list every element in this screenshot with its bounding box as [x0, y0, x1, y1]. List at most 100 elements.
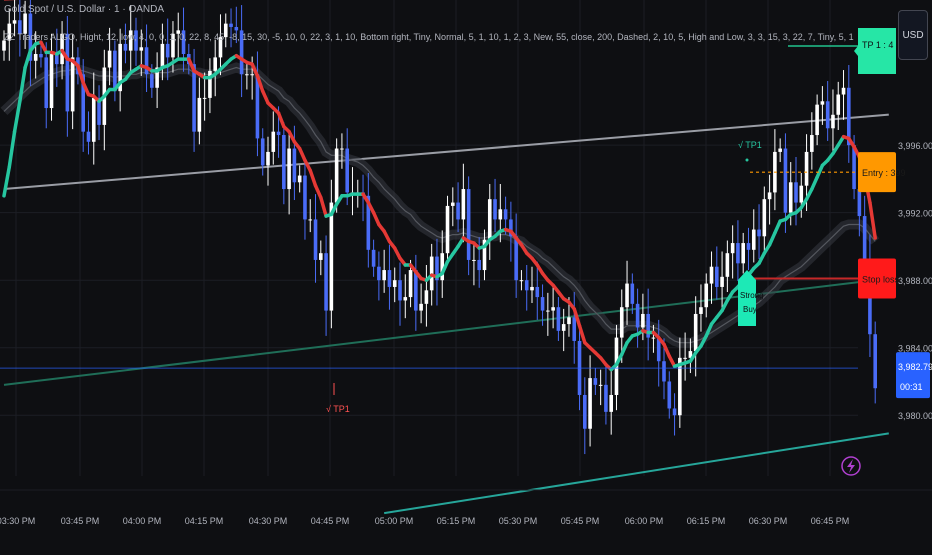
candle-body [387, 270, 392, 287]
candle-body [456, 202, 460, 220]
x-tick-label: 04:00 PM [123, 516, 162, 526]
candle-body [408, 270, 413, 298]
candle-body [202, 97, 207, 99]
candle-body [572, 317, 577, 341]
candle-body [556, 307, 561, 331]
candle-body [672, 408, 677, 416]
candle-body [683, 357, 687, 359]
candlestick-chart[interactable]: Entry : 399Stop loss :TP 1 : 43,982.79 00… [0, 0, 932, 550]
candle-body [836, 94, 841, 115]
candle-body [630, 283, 635, 304]
buy-tp-marker [745, 158, 749, 162]
candle-body [524, 280, 529, 291]
strong-buy-text: Strong [740, 291, 764, 300]
indicator-parameters: ZZ Traders ALGO, Hight, 12, low, 4, 0, 0… [4, 32, 854, 42]
candle-body [319, 253, 323, 260]
candle-body [229, 23, 233, 28]
candle-body [287, 148, 291, 190]
currency-button[interactable]: USD [898, 10, 928, 60]
y-tick-label: 3,996.000 [898, 141, 932, 151]
candle-body [292, 148, 297, 183]
candle-body [139, 47, 144, 51]
candle-body [345, 148, 349, 193]
candle-body [234, 27, 239, 31]
x-tick-label: 03:45 PM [61, 516, 100, 526]
x-tick-label: 05:00 PM [375, 516, 414, 526]
candle-body [751, 229, 756, 250]
candle-body [810, 135, 814, 152]
candle-body [741, 243, 745, 264]
candle-body [424, 290, 429, 304]
candle-body [799, 185, 804, 203]
candle-body [160, 43, 165, 68]
candle-body [736, 243, 740, 264]
candle-body [466, 189, 471, 260]
candle-body [266, 151, 270, 166]
symbol-title: Gold Spot / U.S. Dollar · 1 · OANDA [4, 4, 165, 15]
candle-body [472, 259, 476, 261]
candle-body [303, 175, 307, 220]
candle-body [540, 297, 545, 311]
candle-body [150, 74, 154, 88]
last-price-countdown: 00:31 [900, 382, 923, 392]
y-tick-label: 3,992.000 [898, 209, 932, 219]
candle-body [377, 266, 381, 281]
candle-body [788, 182, 793, 213]
candle-body [873, 334, 877, 389]
candle-body [477, 259, 481, 271]
candle-body [107, 50, 112, 68]
candle-body [662, 361, 666, 382]
candle-body [593, 378, 598, 385]
candle-body [551, 307, 555, 311]
candle-body [165, 43, 170, 58]
candle-body [329, 202, 334, 311]
candle-body [487, 199, 492, 240]
candle-body [519, 280, 524, 282]
candle-body [693, 313, 698, 352]
candle-body [746, 243, 751, 250]
candle-body [825, 101, 830, 129]
candle-body [625, 283, 629, 308]
candle-body [276, 131, 281, 136]
candle-body [39, 54, 43, 58]
candle-body [561, 324, 566, 331]
candle-body [514, 236, 518, 281]
chart-area[interactable]: Entry : 399 Stop loss : TP 1 : 4 3,982.79 00… [0, 0, 932, 550]
candle-body [308, 219, 313, 221]
candle-body [2, 40, 6, 51]
take-profit-label-text: TP 1 : 4 [862, 40, 893, 50]
x-tick-label: 05:45 PM [561, 516, 600, 526]
candle-body [192, 64, 196, 132]
candle-body [419, 303, 423, 311]
candle-body [815, 104, 819, 136]
candle-body [334, 148, 339, 203]
candle-body [493, 199, 497, 220]
y-tick-label: 3,988.000 [898, 276, 932, 286]
candle-body [313, 219, 318, 260]
candle-body [804, 151, 809, 186]
candle-body [598, 384, 603, 386]
candle-body [44, 57, 49, 109]
candle-body [282, 135, 286, 190]
x-tick-label: 03:30 PM [0, 516, 35, 526]
candle-body [271, 131, 276, 152]
y-tick-label: 3,980.000 [898, 411, 932, 421]
candle-body [820, 101, 825, 105]
candle-body [588, 378, 592, 429]
candle-body [91, 97, 96, 142]
x-tick-label: 05:15 PM [437, 516, 476, 526]
candle-body [260, 138, 265, 166]
strong-buy-text: Buy [743, 305, 757, 314]
candle-body [445, 205, 450, 254]
candle-body [86, 131, 91, 142]
sell-tp-label: √ TP1 [326, 404, 350, 414]
take-profit-label: TP 1 : 4 [854, 28, 896, 74]
candle-body [730, 243, 735, 254]
candle-body [635, 303, 640, 328]
candle-body [403, 297, 408, 301]
candle-body [767, 192, 772, 200]
candle-body [715, 266, 719, 287]
candle-body [794, 182, 798, 203]
candle-body [609, 394, 613, 412]
candle-body [651, 337, 656, 339]
